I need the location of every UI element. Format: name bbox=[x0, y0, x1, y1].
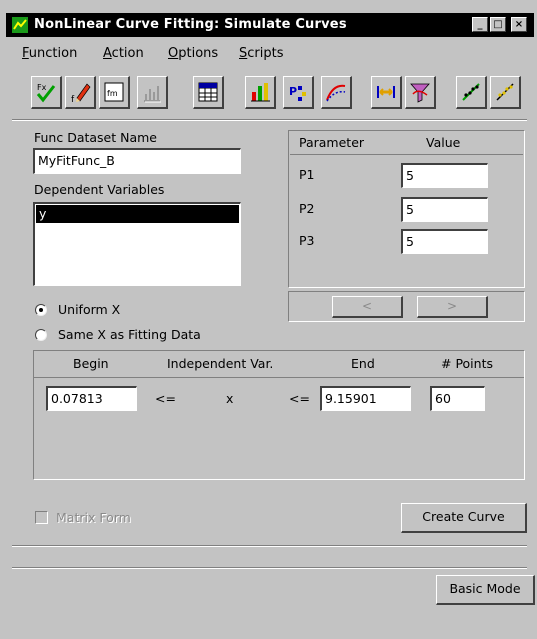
close-button[interactable]: × bbox=[511, 17, 527, 32]
formula-button[interactable]: fm bbox=[99, 76, 130, 109]
simulate-bars-icon bbox=[251, 83, 270, 102]
menu-options[interactable]: Options bbox=[168, 46, 218, 61]
fit-line-alt-icon bbox=[496, 83, 514, 101]
chart-disabled-icon bbox=[144, 86, 161, 103]
formula-icon: fm bbox=[104, 82, 124, 102]
svg-text:f: f bbox=[71, 95, 75, 104]
curve-icon bbox=[326, 84, 346, 102]
maximize-button[interactable]: □ bbox=[490, 17, 506, 32]
parameters-button[interactable]: P bbox=[283, 76, 314, 109]
footer-separator bbox=[12, 567, 527, 569]
parameters-icon: P bbox=[289, 85, 306, 101]
fit-line-alt-button[interactable] bbox=[490, 76, 521, 109]
svg-text:fm: fm bbox=[107, 89, 118, 98]
title-bar[interactable]: NonLinear Curve Fitting: Simulate Curves… bbox=[6, 13, 534, 37]
param-value-p2[interactable]: 5 bbox=[401, 197, 488, 222]
chart-disabled-button bbox=[137, 76, 168, 109]
curve-button[interactable] bbox=[321, 76, 352, 109]
matrix-form-checkbox[interactable] bbox=[35, 511, 48, 524]
param-value-p3[interactable]: 5 bbox=[401, 229, 488, 254]
next-parameters-button[interactable]: > bbox=[417, 296, 488, 318]
param-value-p1[interactable]: 5 bbox=[401, 163, 488, 188]
func-dataset-name-field[interactable]: MyFitFunc_B bbox=[33, 148, 241, 174]
end-field[interactable]: 9.15901 bbox=[320, 386, 411, 411]
range-button[interactable] bbox=[371, 76, 402, 109]
fit-line-icon bbox=[462, 83, 480, 101]
filter-icon bbox=[410, 83, 430, 103]
independent-variable: x bbox=[226, 391, 234, 406]
same-x-label: Same X as Fitting Data bbox=[58, 327, 201, 342]
list-item[interactable]: y bbox=[36, 205, 239, 223]
parameter-table-header: Parameter Value bbox=[290, 132, 523, 155]
svg-text:P: P bbox=[289, 85, 297, 98]
menu-function[interactable]: Function bbox=[22, 46, 77, 61]
bottom-separator bbox=[12, 545, 527, 547]
window-title: NonLinear Curve Fitting: Simulate Curves bbox=[34, 17, 347, 32]
basic-mode-button[interactable]: Basic Mode bbox=[436, 575, 535, 605]
minimize-icon: _ bbox=[477, 19, 483, 30]
svg-text:Fx: Fx bbox=[37, 83, 47, 92]
simulate-bars-button[interactable] bbox=[245, 76, 276, 109]
dependent-variables-label: Dependent Variables bbox=[34, 182, 165, 197]
begin-operator: <= bbox=[155, 391, 176, 406]
end-operator: <= bbox=[289, 391, 310, 406]
toolbar-separator bbox=[12, 119, 527, 121]
app-icon bbox=[12, 17, 28, 33]
matrix-form-label: Matrix Form bbox=[56, 510, 131, 525]
create-curve-button[interactable]: Create Curve bbox=[401, 503, 527, 533]
dependent-variables-list[interactable]: y bbox=[33, 202, 241, 286]
range-header: Begin Independent Var. End # Points bbox=[34, 351, 524, 378]
end-header: End bbox=[351, 356, 375, 371]
minimize-button[interactable]: _ bbox=[472, 17, 488, 32]
uniform-x-radio[interactable] bbox=[35, 304, 47, 316]
param-name-p2: P2 bbox=[299, 201, 315, 216]
filter-button[interactable] bbox=[405, 76, 436, 109]
prev-parameters-button[interactable]: < bbox=[332, 296, 403, 318]
close-icon: × bbox=[514, 19, 524, 30]
range-icon bbox=[377, 86, 395, 98]
param-name-p1: P1 bbox=[299, 167, 315, 182]
independent-var-header: Independent Var. bbox=[167, 356, 274, 371]
value-column-header: Value bbox=[426, 135, 461, 150]
begin-field[interactable]: 0.07813 bbox=[46, 386, 137, 411]
menu-scripts[interactable]: Scripts bbox=[239, 46, 284, 61]
parameter-column-header: Parameter bbox=[299, 135, 365, 150]
worksheet-icon bbox=[198, 82, 218, 102]
edit-function-icon: f bbox=[71, 83, 91, 104]
uniform-x-label: Uniform X bbox=[58, 302, 121, 317]
function-check-button[interactable]: Fx bbox=[31, 76, 62, 109]
menu-action[interactable]: Action bbox=[103, 46, 144, 61]
x-range-panel: Begin Independent Var. End # Points 0.07… bbox=[33, 350, 525, 480]
func-dataset-label: Func Dataset Name bbox=[34, 130, 157, 145]
parameter-nav: < > bbox=[288, 291, 525, 322]
function-check-icon: Fx bbox=[36, 83, 56, 103]
edit-function-button[interactable]: f bbox=[65, 76, 96, 109]
nonlinear-curve-fitting-window: NonLinear Curve Fitting: Simulate Curves… bbox=[0, 0, 537, 639]
worksheet-button[interactable] bbox=[193, 76, 224, 109]
maximize-icon: □ bbox=[493, 19, 503, 30]
param-name-p3: P3 bbox=[299, 233, 315, 248]
parameter-panel: Parameter Value P1 5 P2 5 P3 5 bbox=[288, 130, 525, 288]
begin-header: Begin bbox=[73, 356, 109, 371]
same-x-radio[interactable] bbox=[35, 329, 47, 341]
points-header: # Points bbox=[441, 356, 493, 371]
points-field[interactable]: 60 bbox=[430, 386, 485, 411]
fit-line-button[interactable] bbox=[456, 76, 487, 109]
